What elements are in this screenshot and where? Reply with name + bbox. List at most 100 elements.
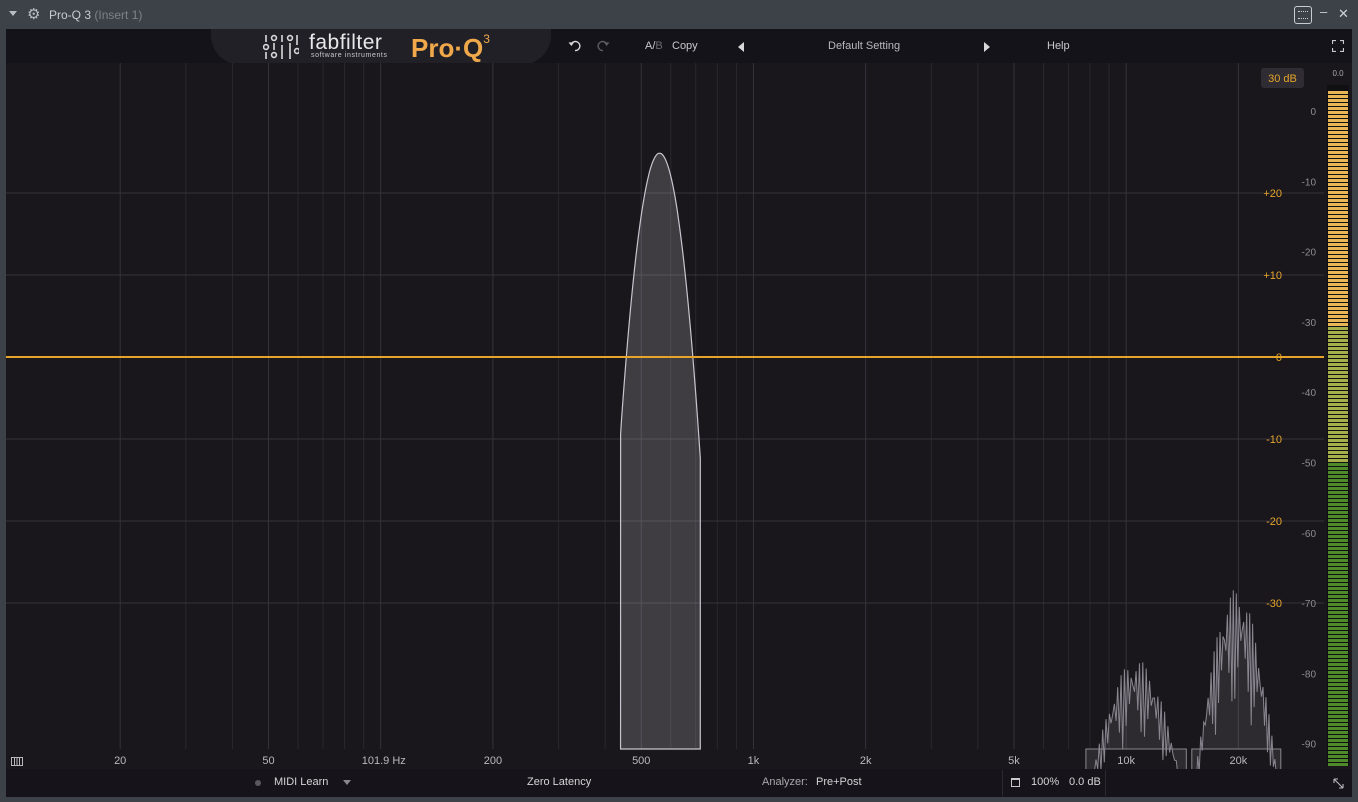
meter-segment — [1328, 263, 1348, 266]
meter-segment — [1328, 563, 1348, 566]
midi-learn-dropdown-icon[interactable] — [343, 780, 351, 785]
meter-segment — [1328, 691, 1348, 694]
meter-segment — [1328, 275, 1348, 278]
eq-db-label: -30 — [1266, 598, 1282, 610]
meter-segment — [1328, 519, 1348, 522]
meter-segment — [1328, 179, 1348, 182]
meter-segment — [1328, 215, 1348, 218]
meter-segment — [1328, 91, 1348, 94]
meter-segment — [1328, 175, 1348, 178]
meter-segment — [1328, 443, 1348, 446]
keyboard-icon[interactable] — [1294, 6, 1312, 24]
meter-segment — [1328, 399, 1348, 402]
meter-segment — [1328, 391, 1348, 394]
meter-segment — [1328, 267, 1348, 270]
meter-segment — [1328, 503, 1348, 506]
meter-segment — [1328, 459, 1348, 462]
meter-segment — [1328, 483, 1348, 486]
piano-icon[interactable] — [11, 757, 23, 766]
analyzer-db-label: -30 — [1302, 318, 1317, 329]
eq-display[interactable]: 20 50 101.9 Hz 200 500 1k 2k 5k 10k 20k +20 +10 0 -10… — [6, 63, 1324, 769]
meter-segment — [1328, 383, 1348, 386]
freq-tick-label: 10k — [1117, 755, 1135, 767]
meter-segment — [1328, 423, 1348, 426]
window-title-text: Pro-Q 3 — [49, 8, 92, 22]
gear-icon[interactable]: ⚙ — [27, 7, 42, 22]
ab-compare-toggle[interactable]: A/B — [645, 40, 663, 52]
window-titlebar: ⚙ Pro-Q 3 (Insert 1) – ✕ — [0, 0, 1358, 30]
output-options-icon[interactable] — [1011, 778, 1020, 787]
meter-segment — [1328, 331, 1348, 334]
meter-segment — [1328, 251, 1348, 254]
midi-learn-button[interactable]: MIDI Learn — [274, 776, 328, 788]
meter-segment — [1328, 99, 1348, 102]
meter-segment — [1328, 435, 1348, 438]
meter-segment — [1328, 547, 1348, 550]
analyzer-label: Analyzer: — [762, 776, 808, 788]
close-button[interactable]: ✕ — [1338, 6, 1349, 22]
prev-preset-icon[interactable] — [738, 42, 744, 52]
meter-segment — [1328, 351, 1348, 354]
meter-segment — [1328, 763, 1348, 766]
meter-segment — [1328, 499, 1348, 502]
meter-segment — [1328, 291, 1348, 294]
meter-segment — [1328, 607, 1348, 610]
meter-segment — [1328, 155, 1348, 158]
ab-a-label: A/ — [645, 40, 656, 52]
eq-db-label: 0 — [1276, 352, 1282, 364]
copy-button[interactable]: Copy — [672, 40, 698, 52]
minimize-button[interactable]: – — [1320, 4, 1327, 19]
meter-segment — [1328, 359, 1348, 362]
help-button[interactable]: Help — [1047, 40, 1070, 52]
meter-segment — [1328, 619, 1348, 622]
analyzer-mode-selector[interactable]: Pre+Post — [816, 776, 862, 788]
meter-segment — [1328, 647, 1348, 650]
meter-segment — [1328, 631, 1348, 634]
product-version: 3 — [483, 32, 490, 46]
output-gain-knob[interactable]: 0.0 dB — [1069, 776, 1101, 788]
meter-segment — [1328, 467, 1348, 470]
latency-mode-selector[interactable]: Zero Latency — [527, 776, 591, 788]
meter-segment — [1328, 247, 1348, 250]
output-level-knob[interactable]: 100% — [1031, 776, 1059, 788]
meter-segment — [1328, 343, 1348, 346]
meter-segment — [1328, 307, 1348, 310]
resize-handle-icon[interactable] — [1333, 778, 1344, 789]
meter-segment — [1328, 651, 1348, 654]
meter-segment — [1328, 583, 1348, 586]
undo-icon[interactable] — [568, 40, 582, 52]
meter-segment — [1328, 259, 1348, 262]
fullscreen-icon[interactable] — [1332, 40, 1344, 52]
footer-divider — [1002, 770, 1003, 796]
meter-segment — [1328, 623, 1348, 626]
meter-segment — [1328, 199, 1348, 202]
meter-segment — [1328, 159, 1348, 162]
analyzer-db-label: -80 — [1302, 669, 1317, 680]
meter-segment — [1328, 211, 1348, 214]
meter-segment — [1328, 543, 1348, 546]
meter-segment — [1328, 683, 1348, 686]
meter-segment — [1328, 727, 1348, 730]
meter-segment — [1328, 719, 1348, 722]
meter-segment — [1328, 515, 1348, 518]
window-menu-arrow-icon[interactable] — [9, 11, 17, 16]
meter-segment — [1328, 327, 1348, 330]
window-title: Pro-Q 3 (Insert 1) — [49, 8, 142, 22]
meter-segment — [1328, 751, 1348, 754]
meter-segment — [1328, 375, 1348, 378]
eq-db-label: -10 — [1266, 434, 1282, 446]
meter-segment — [1328, 591, 1348, 594]
freq-tick-label: 20 — [114, 755, 126, 767]
range-button[interactable]: 30 dB — [1261, 68, 1304, 88]
redo-icon[interactable] — [596, 40, 610, 52]
meter-segment — [1328, 151, 1348, 154]
analyzer-db-label: -70 — [1302, 599, 1317, 610]
product-name: Pro·Q3 — [411, 32, 490, 64]
plugin-panel: fabfilter software instruments Pro·Q3 A/… — [6, 29, 1352, 797]
fabfilter-logo-icon — [263, 34, 299, 59]
meter-segment — [1328, 203, 1348, 206]
meter-segment — [1328, 171, 1348, 174]
next-preset-icon[interactable] — [984, 42, 990, 52]
preset-name[interactable]: Default Setting — [828, 40, 900, 52]
meter-segment — [1328, 511, 1348, 514]
